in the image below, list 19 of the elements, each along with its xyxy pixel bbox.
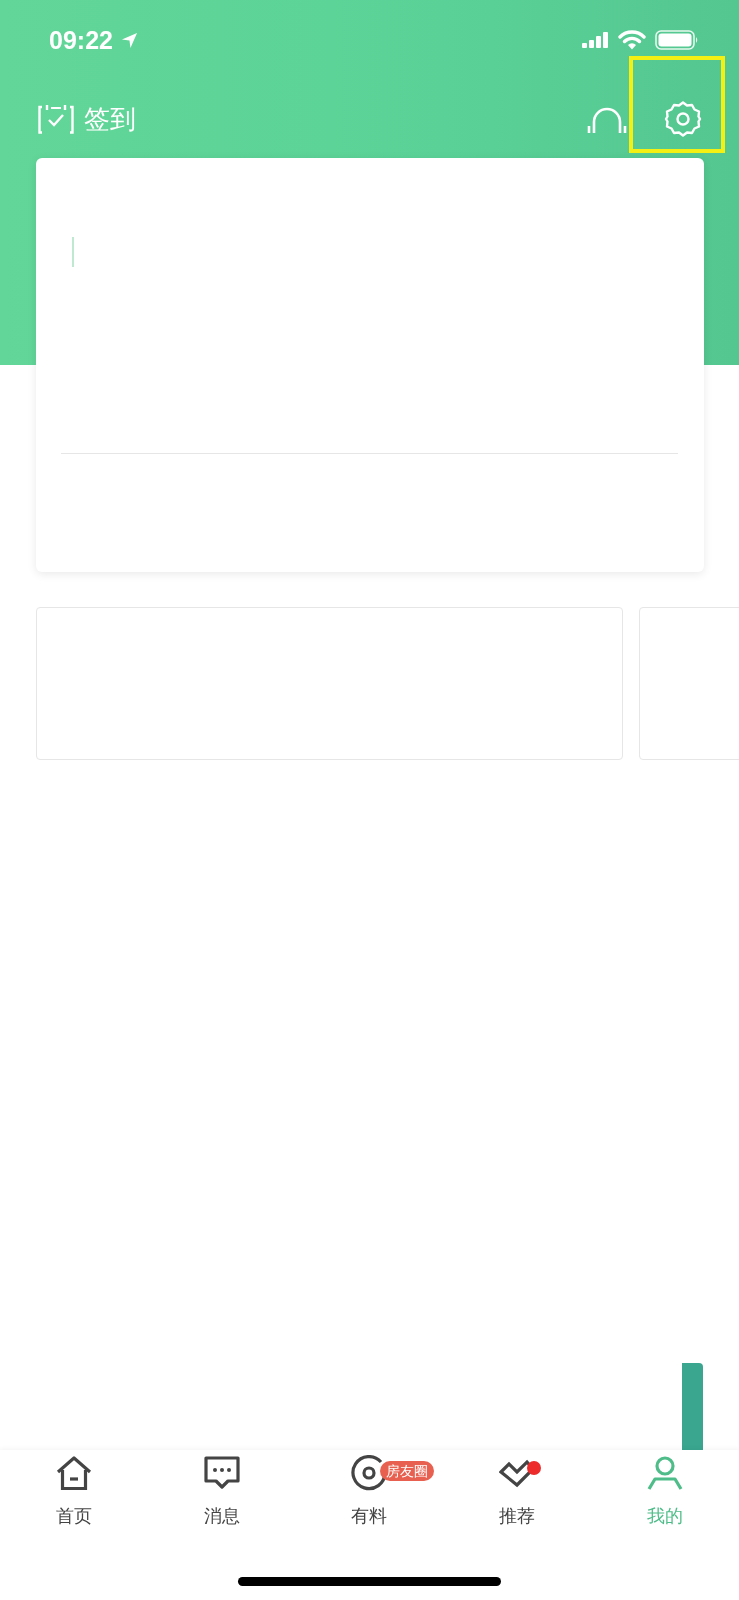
floating-side-tab[interactable] — [682, 1363, 703, 1450]
tab-bar-item[interactable]: 房友圈 有料 — [295, 1455, 444, 1527]
settings-button[interactable] — [664, 100, 702, 138]
tab-bar-item[interactable]: 消息 — [147, 1455, 296, 1527]
disc-icon — [351, 1455, 388, 1491]
battery-icon — [655, 30, 699, 50]
accent-bar — [72, 237, 74, 267]
wifi-icon — [618, 30, 646, 50]
signal-icon — [582, 32, 609, 48]
location-arrow-icon — [120, 31, 138, 49]
status-time: 09:22 — [49, 25, 113, 55]
person-icon — [647, 1455, 684, 1491]
calendar-check-icon — [38, 104, 74, 134]
settings-icon — [664, 100, 702, 138]
tab-bar-item[interactable]: 推荐 — [443, 1455, 592, 1527]
home-icon — [55, 1455, 92, 1491]
message-icon — [203, 1455, 240, 1491]
tab-bar-item[interactable]: 首页 — [0, 1455, 148, 1527]
tab-badge: 房友圈 — [380, 1461, 435, 1481]
